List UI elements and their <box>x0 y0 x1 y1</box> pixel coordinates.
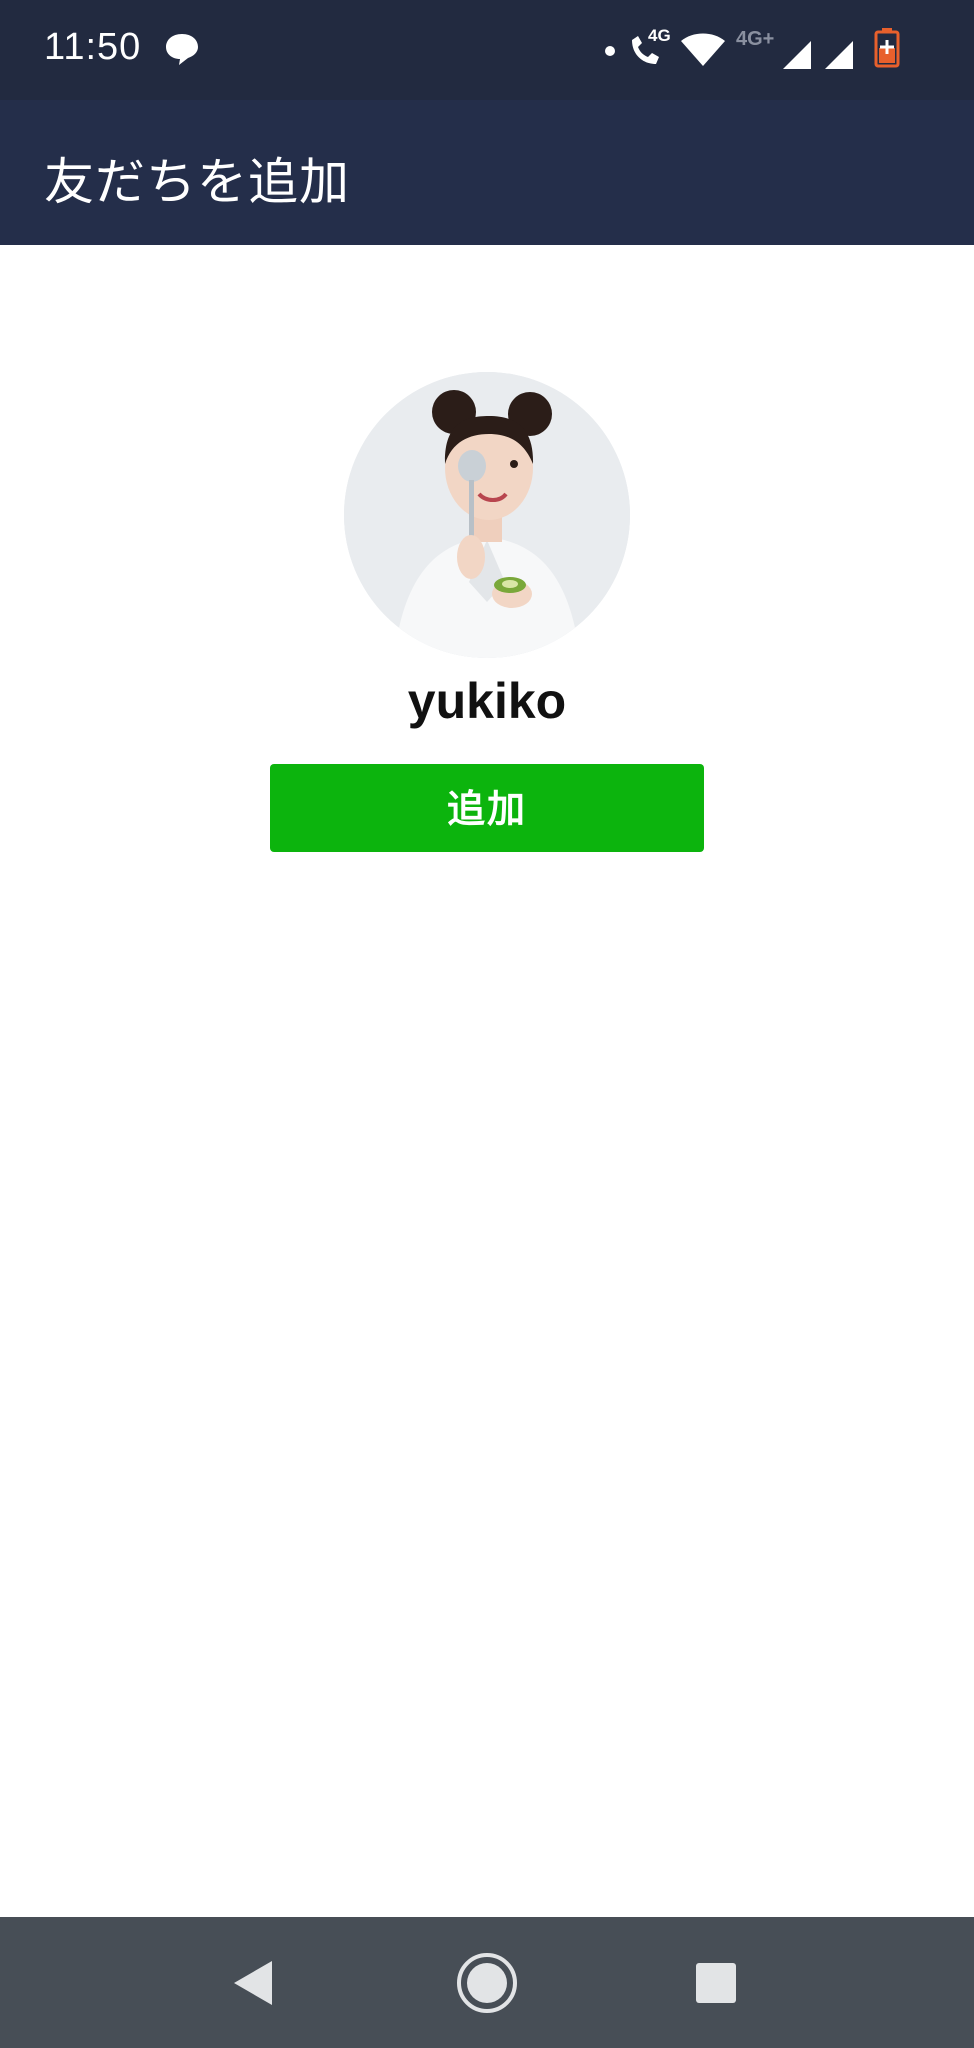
profile-avatar[interactable] <box>344 372 630 658</box>
app-header: 友だちを追加 <box>0 100 974 245</box>
status-bar: 11:50 4G 4G+ <box>0 0 974 100</box>
signal-icon <box>783 41 811 69</box>
add-friend-button[interactable]: 追加 <box>270 764 704 852</box>
profile-name: yukiko <box>407 673 567 729</box>
status-time: 11:50 <box>44 26 142 68</box>
avatar-image <box>344 372 630 658</box>
status-icons: 4G 4G+ <box>604 26 944 74</box>
battery-charging-icon <box>874 28 900 68</box>
network-label-4g-plus: 4G+ <box>736 28 775 50</box>
signal-icon <box>825 41 853 69</box>
recents-icon[interactable] <box>676 1943 756 2023</box>
back-icon[interactable] <box>214 1943 294 2023</box>
dot-icon <box>605 46 615 56</box>
screen: 11:50 4G 4G+ 友だちを追加 yukiko 追加 <box>0 0 974 2048</box>
page-title: 友だちを追加 <box>44 153 350 211</box>
navigation-bar <box>0 1917 974 2048</box>
wifi-icon <box>681 33 725 66</box>
home-icon[interactable] <box>447 1943 527 2023</box>
chat-bubble-icon <box>164 32 200 66</box>
network-label-4g: 4G <box>648 26 671 45</box>
